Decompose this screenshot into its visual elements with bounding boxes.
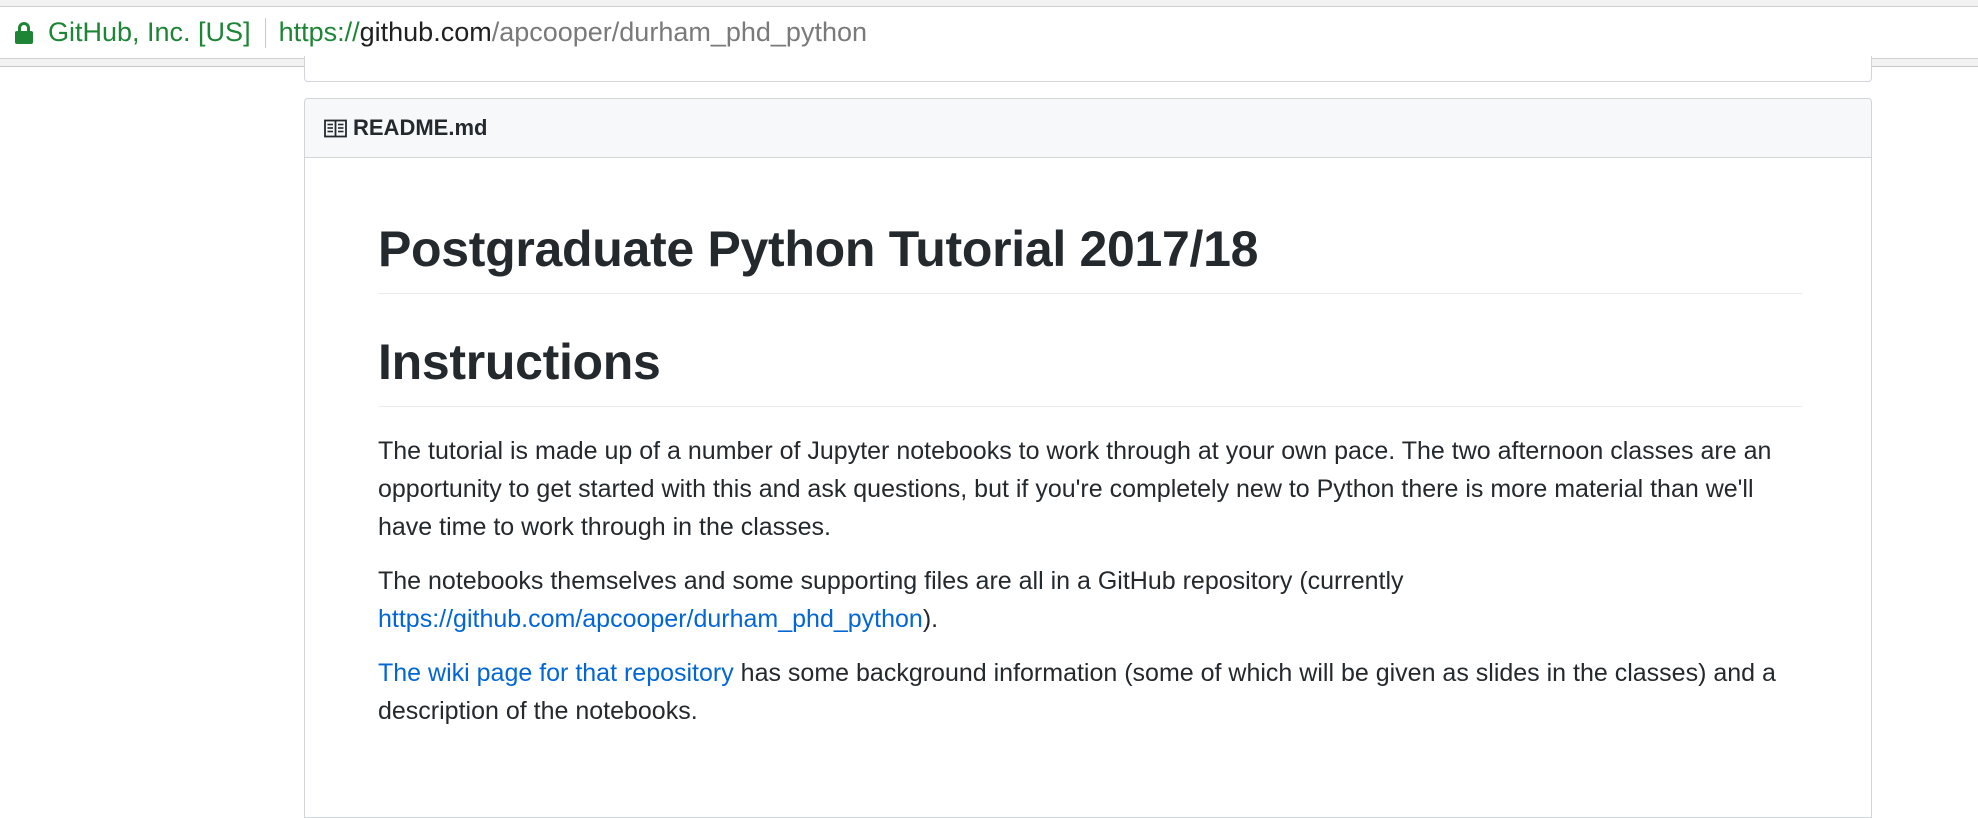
paragraph-repository-end: ). <box>922 605 939 633</box>
url-scheme: https:// <box>278 17 360 47</box>
paragraph-repository-text: The notebooks themselves and some suppor… <box>378 567 1404 595</box>
readme-filename: README.md <box>353 115 488 140</box>
readme-header: README.md <box>305 99 1871 158</box>
paragraph-intro: The tutorial is made up of a number of J… <box>378 437 1772 541</box>
url-text[interactable]: https://github.com/apcooper/durham_phd_p… <box>279 17 867 48</box>
readme-box: README.md Postgraduate Python Tutorial 2… <box>304 98 1872 818</box>
lock-icon[interactable] <box>14 21 34 45</box>
omnibox-divider <box>264 17 266 48</box>
readme-content: Postgraduate Python Tutorial 2017/18 Ins… <box>378 217 1802 730</box>
url-path: /apcooper/durham_phd_python <box>491 17 867 47</box>
book-icon <box>324 119 347 137</box>
paragraph-repository: The notebooks themselves and some suppor… <box>378 562 1802 638</box>
url-host: github.com <box>359 17 492 47</box>
security-indicator[interactable]: GitHub, Inc. [US] <box>48 17 251 48</box>
paragraph-wiki: The wiki page for that repository has so… <box>378 654 1802 730</box>
address-bar[interactable]: GitHub, Inc. [US] https://github.com/apc… <box>0 6 1978 59</box>
instructions-heading: Instructions <box>378 330 1802 407</box>
wiki-link[interactable]: The wiki page for that repository <box>378 659 734 687</box>
file-list-box-bottom <box>304 56 1872 82</box>
page-title: Postgraduate Python Tutorial 2017/18 <box>378 217 1802 294</box>
repository-link[interactable]: https://github.com/apcooper/durham_phd_p… <box>378 605 923 633</box>
